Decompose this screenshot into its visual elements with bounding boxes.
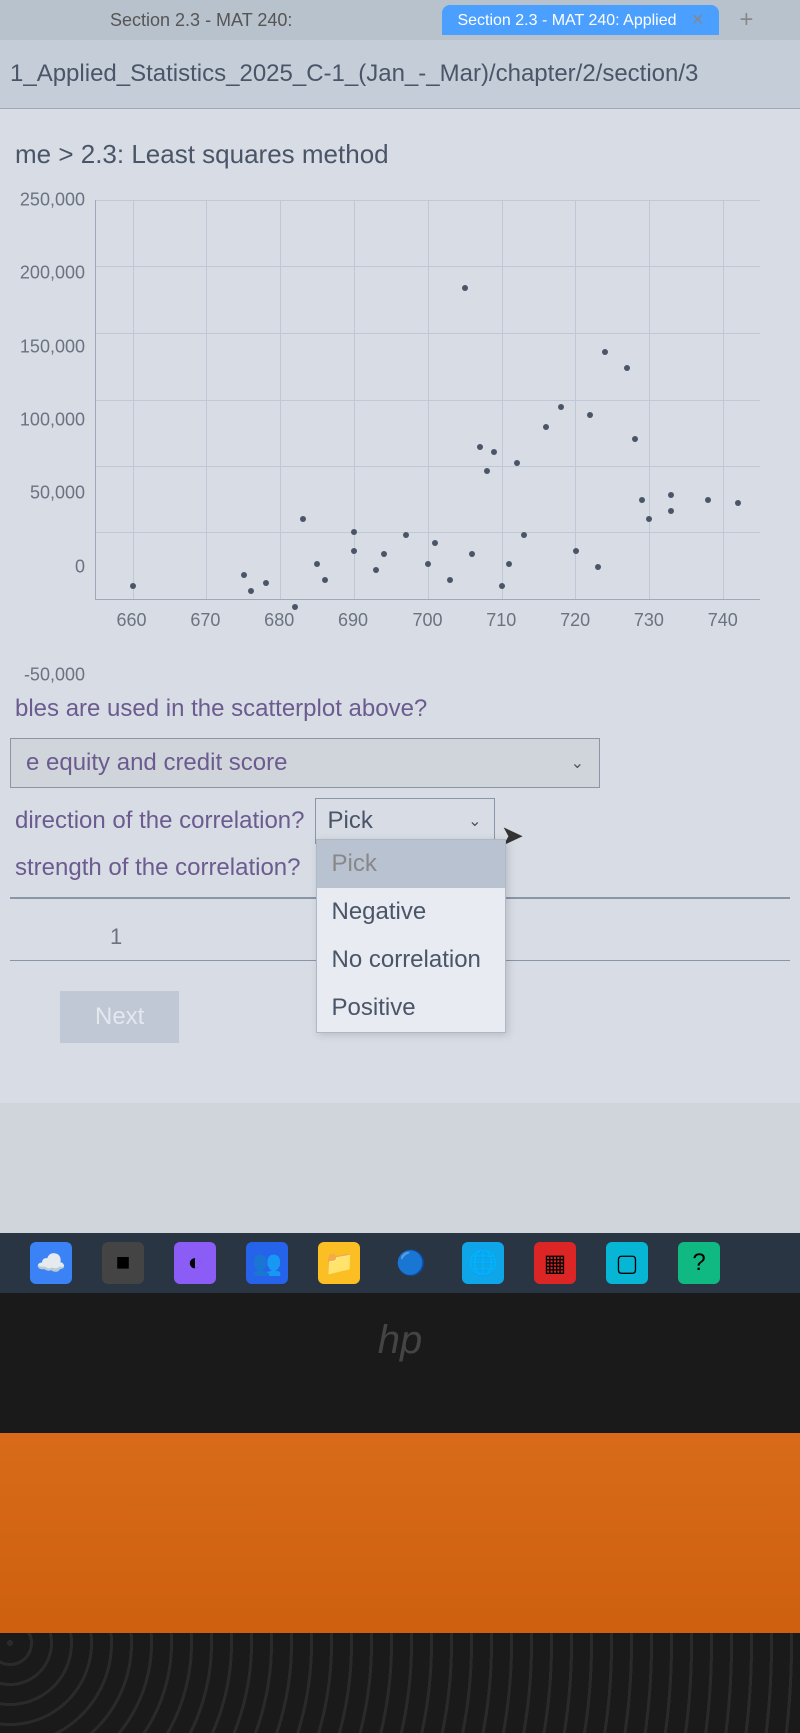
scatter-point	[499, 583, 505, 589]
scatter-point	[595, 564, 601, 570]
scatter-point	[432, 540, 438, 546]
x-tick: 680	[264, 610, 294, 631]
scatter-point	[558, 404, 564, 410]
scatter-point	[602, 349, 608, 355]
scatter-point	[543, 424, 549, 430]
scatter-point	[705, 497, 711, 503]
dropdown-item-pick[interactable]: Pick	[317, 840, 505, 888]
scatter-point	[403, 532, 409, 538]
chevron-down-icon: ⌄	[571, 753, 584, 773]
scatter-point	[587, 412, 593, 418]
scatter-point	[668, 492, 674, 498]
y-tick: 0	[75, 556, 85, 577]
scatter-point	[322, 577, 328, 583]
y-tick: 150,000	[20, 336, 85, 357]
breadcrumb[interactable]: me > 2.3: Least squares method	[10, 139, 790, 170]
taskbar-help-icon[interactable]: ?	[678, 1242, 720, 1284]
scatter-point	[447, 577, 453, 583]
y-axis: 250,000 200,000 150,000 100,000 50,000 0…	[10, 200, 90, 640]
scatter-point	[632, 436, 638, 442]
hp-logo: hp	[378, 1318, 423, 1363]
keyboard-edge	[0, 1633, 800, 1733]
scatter-point	[314, 561, 320, 567]
taskbar-explorer-icon[interactable]: 📁	[318, 1242, 360, 1284]
scatter-point	[668, 508, 674, 514]
scatter-point	[263, 580, 269, 586]
x-tick: 700	[412, 610, 442, 631]
x-tick: 740	[708, 610, 738, 631]
direction-select[interactable]: Pick ⌄ Pick Negative No correlation Posi…	[315, 798, 495, 844]
taskbar-app-icon[interactable]: ■	[102, 1242, 144, 1284]
taskbar-chrome-icon[interactable]: 🔵	[390, 1242, 432, 1284]
x-tick: 710	[486, 610, 516, 631]
scatter-point	[491, 449, 497, 455]
scatter-point	[514, 460, 520, 466]
tab-title: Section 2.3 - MAT 240: Applied	[457, 12, 676, 29]
scatter-point	[425, 561, 431, 567]
scatter-point	[477, 444, 483, 450]
scatter-point	[130, 583, 136, 589]
plot-area	[95, 200, 760, 600]
y-tick: 250,000	[20, 190, 85, 211]
dropdown-item-positive[interactable]: Positive	[317, 984, 505, 1032]
next-button[interactable]: Next	[60, 991, 179, 1043]
dropdown-item-no-correlation[interactable]: No correlation	[317, 936, 505, 984]
scatter-point	[373, 567, 379, 573]
direction-dropdown-menu: Pick Negative No correlation Positive	[316, 839, 506, 1033]
x-axis: 660 670 680 690 700 710 720 730 740	[95, 610, 760, 640]
direction-select-value: Pick	[328, 807, 373, 835]
taskbar-app-icon[interactable]: ▢	[606, 1242, 648, 1284]
question-strength: strength of the correlation?	[15, 854, 301, 882]
y-tick: -50,000	[24, 665, 85, 686]
browser-tab-active[interactable]: Section 2.3 - MAT 240: Applied ✕	[442, 5, 719, 35]
page-content: me > 2.3: Least squares method 250,000 2…	[0, 109, 800, 1103]
browser-tab-bar: Section 2.3 - MAT 240: Section 2.3 - MAT…	[0, 0, 800, 40]
chevron-down-icon: ⌄	[468, 811, 481, 831]
scatter-point	[521, 532, 527, 538]
scatter-chart: 250,000 200,000 150,000 100,000 50,000 0…	[10, 200, 790, 680]
variables-select-value: e equity and credit score	[26, 749, 287, 777]
url-bar[interactable]: 1_Applied_Statistics_2025_C-1_(Jan_-_Mar…	[0, 40, 800, 109]
x-tick: 720	[560, 610, 590, 631]
scatter-point	[300, 516, 306, 522]
dropdown-item-negative[interactable]: Negative	[317, 888, 505, 936]
scatter-point	[506, 561, 512, 567]
taskbar-weather-icon[interactable]: ☁️	[30, 1242, 72, 1284]
scatter-point	[639, 497, 645, 503]
close-icon[interactable]: ✕	[691, 12, 704, 29]
y-tick: 100,000	[20, 410, 85, 431]
scatter-point	[469, 551, 475, 557]
scatter-point	[351, 529, 357, 535]
y-tick: 200,000	[20, 263, 85, 284]
scatter-point	[351, 548, 357, 554]
question-direction: direction of the correlation?	[15, 807, 305, 835]
tab-partial-text: Section 2.3 - MAT 240:	[110, 10, 292, 31]
taskbar-teams-icon[interactable]: 👥	[246, 1242, 288, 1284]
x-tick: 730	[634, 610, 664, 631]
scatter-point	[484, 468, 490, 474]
new-tab-button[interactable]: +	[739, 6, 753, 34]
scatter-point	[646, 516, 652, 522]
scatter-point	[241, 572, 247, 578]
x-tick: 690	[338, 610, 368, 631]
scatter-point	[381, 551, 387, 557]
scatter-point	[624, 365, 630, 371]
taskbar-edge-icon[interactable]: 🌐	[462, 1242, 504, 1284]
y-tick: 50,000	[30, 483, 85, 504]
url-text: 1_Applied_Statistics_2025_C-1_(Jan_-_Mar…	[10, 60, 698, 87]
scatter-point	[735, 500, 741, 506]
windows-taskbar[interactable]: ☁️ ■ ◐ 👥 📁 🔵 🌐 ▦ ▢ ?	[0, 1233, 800, 1293]
question-variables: bles are used in the scatterplot above?	[15, 695, 785, 723]
taskbar-app-icon[interactable]: ▦	[534, 1242, 576, 1284]
x-tick: 660	[117, 610, 147, 631]
scatter-point	[573, 548, 579, 554]
taskbar-copilot-icon[interactable]: ◐	[174, 1242, 216, 1284]
variables-select[interactable]: e equity and credit score ⌄	[10, 738, 600, 788]
x-tick: 670	[190, 610, 220, 631]
scatter-point	[462, 285, 468, 291]
scatter-point	[248, 588, 254, 594]
